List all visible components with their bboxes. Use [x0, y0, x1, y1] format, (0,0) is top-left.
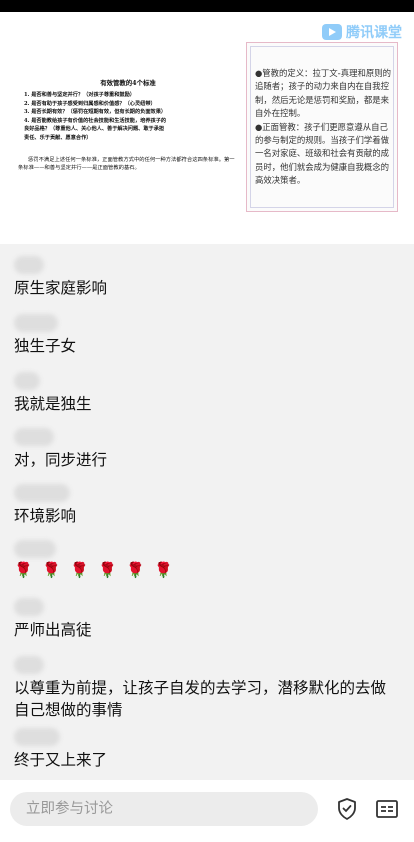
- message-text: 独生子女: [14, 337, 77, 355]
- brand-text: 腾讯课堂: [346, 25, 402, 41]
- chat-message: 严师出高徒: [14, 598, 400, 641]
- subtitle-icon[interactable]: [374, 796, 400, 822]
- discussion-input[interactable]: 立即参与讨论: [10, 792, 318, 826]
- rose-emoji: 🌹: [126, 561, 145, 579]
- status-bar: [0, 0, 414, 12]
- message-text: 终于又上来了: [14, 751, 108, 769]
- blurred-username: [14, 372, 40, 390]
- message-text: 对，同步进行: [14, 451, 108, 469]
- chat-message: 终于又上来了: [14, 728, 400, 771]
- blurred-username: [14, 656, 44, 674]
- brand-watermark: 腾讯课堂: [322, 22, 402, 42]
- rose-emoji-row: 🌹 🌹 🌹 🌹 🌹 🌹: [14, 561, 400, 579]
- chat-message: 🌹 🌹 🌹 🌹 🌹 🌹: [14, 540, 400, 579]
- chat-message: 独生子女: [14, 314, 400, 357]
- message-text: 我就是独生: [14, 395, 92, 413]
- bottom-bar: 立即参与讨论: [0, 780, 414, 842]
- rose-emoji: 🌹: [14, 561, 33, 579]
- rose-emoji: 🌹: [42, 561, 61, 579]
- doc-item: 责任、乐于贡献、愿意合作）: [24, 134, 92, 141]
- doc-item: 3. 是否长期有效？（惩罚在短期有效，但有长期的负面效果）: [24, 109, 167, 116]
- blurred-username: [14, 598, 44, 616]
- chat-message: 以尊重为前提，让孩子自发的去学习，潜移默化的去做自己想做的事情: [14, 656, 400, 721]
- message-text: 严师出高徒: [14, 621, 92, 639]
- discussion-list[interactable]: 原生家庭影响 独生子女 我就是独生 对，同步进行 环境影响 🌹 🌹 🌹 🌹 🌹 …: [0, 244, 414, 780]
- rose-emoji: 🌹: [154, 561, 173, 579]
- chat-message: 对，同步进行: [14, 428, 400, 471]
- blurred-username: [14, 314, 58, 332]
- slide-note-box: ●管教的定义：拉丁文-真理和原则的追随者；孩子的动力来自内在自我控制，然后无论是…: [246, 42, 398, 212]
- note-paragraph: ●管教的定义：拉丁文-真理和原则的追随者；孩子的动力来自内在自我控制，然后无论是…: [255, 68, 391, 119]
- message-text: 以尊重为前提，让孩子自发的去学习，潜移默化的去做自己想做的事情: [14, 679, 387, 719]
- slide-document: 有效管教的4个标准 1. 是否和善与坚定并行？（对孩子尊重和鼓励） 2. 是否有…: [18, 78, 238, 173]
- chat-message: 环境影响: [14, 484, 400, 527]
- blurred-username: [14, 484, 70, 502]
- blurred-username: [14, 728, 60, 746]
- doc-item: 1. 是否和善与坚定并行？（对孩子尊重和鼓励）: [24, 92, 135, 98]
- shield-icon[interactable]: [334, 796, 360, 822]
- rose-emoji: 🌹: [70, 561, 89, 579]
- doc-list: 1. 是否和善与坚定并行？（对孩子尊重和鼓励） 2. 是否有助于孩子感受到归属感…: [18, 91, 238, 143]
- doc-item: 4. 是否能教给孩子有价值的社会技能和生活技能，培养孩子的: [24, 117, 167, 124]
- message-text: 原生家庭影响: [14, 279, 108, 297]
- doc-item: 良好品格？（尊重他人、关心他人、善于解决问题、敢于承担: [24, 126, 165, 133]
- chat-message: 原生家庭影响: [14, 256, 400, 299]
- doc-title: 有效管教的4个标准: [100, 79, 156, 87]
- blurred-username: [14, 540, 56, 558]
- doc-paragraph: 惩罚不满足上述任何一条标准，正面管教方式中的任何一种方法都符合这四条标准。第一条…: [18, 156, 235, 172]
- lecture-slide[interactable]: 腾讯课堂 有效管教的4个标准 1. 是否和善与坚定并行？（对孩子尊重和鼓励） 2…: [0, 12, 414, 244]
- chat-message: 我就是独生: [14, 372, 400, 415]
- doc-item: 2. 是否有助于孩子感受到归属感和价值感？（心灵纽带）: [24, 100, 156, 107]
- note-paragraph: ●正面管教：孩子们更愿意遵从自己的参与制定的规则。当孩子们学着做一名对家庭、班级…: [255, 121, 389, 186]
- blurred-username: [14, 256, 44, 274]
- rose-emoji: 🌹: [98, 561, 117, 579]
- message-text: 环境影响: [14, 507, 77, 525]
- play-logo-icon: [322, 24, 342, 40]
- blurred-username: [14, 428, 54, 446]
